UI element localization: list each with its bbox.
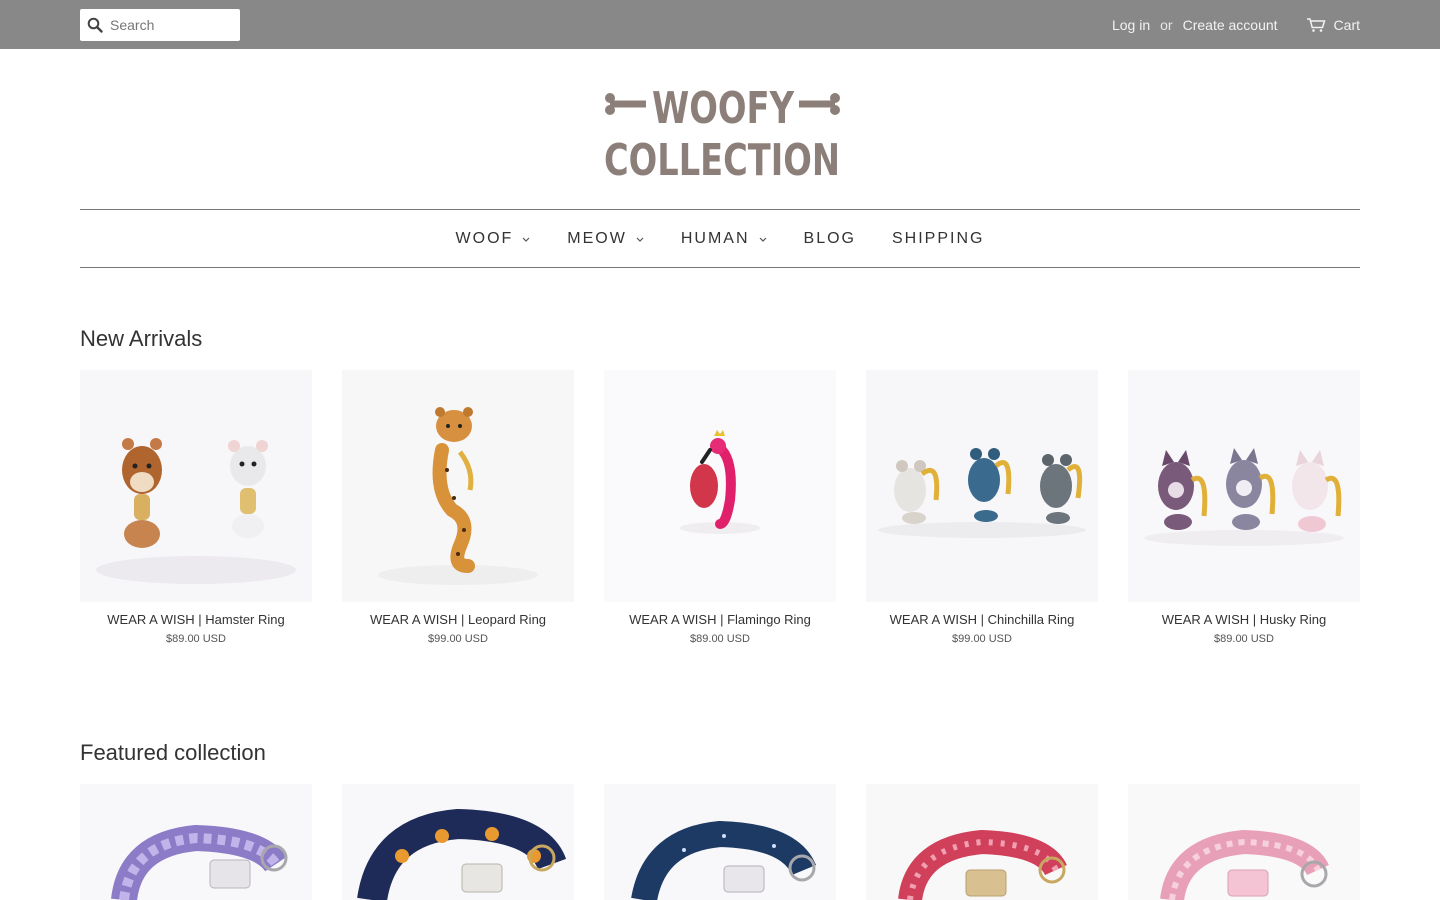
product-image[interactable] [80, 784, 312, 900]
product-image[interactable] [866, 784, 1098, 900]
product-image[interactable] [342, 784, 574, 900]
product-card[interactable] [342, 784, 574, 900]
bone-icon-left [605, 93, 646, 115]
nav-label: WOOF [455, 229, 514, 247]
top-bar: Log in or Create account Cart [0, 0, 1440, 49]
product-image[interactable] [866, 370, 1098, 602]
product-name[interactable]: WEAR A WISH | Husky Ring [1128, 612, 1360, 627]
main-nav: WOOF MEOW HUMAN BLOG SHIPPING [80, 209, 1360, 268]
nav-item-shipping[interactable]: SHIPPING [892, 230, 984, 248]
product-image[interactable] [80, 370, 312, 602]
product-image[interactable] [604, 784, 836, 900]
product-image[interactable] [342, 370, 574, 602]
cart-label: Cart [1333, 16, 1360, 33]
cart-icon [1306, 17, 1326, 32]
product-card[interactable]: WEAR A WISH | Hamster Ring $89.00 USD [80, 370, 312, 645]
product-card[interactable]: WEAR A WISH | Leopard Ring $99.00 USD [342, 370, 574, 645]
new-arrivals-grid: WEAR A WISH | Hamster Ring $89.00 USD WE… [80, 370, 1360, 645]
featured-collection-heading: Featured collection [80, 740, 266, 765]
product-image[interactable] [1128, 784, 1360, 900]
chevron-down-icon [759, 237, 766, 242]
nav-item-blog[interactable]: BLOG [804, 230, 856, 248]
nav-label: HUMAN [680, 229, 750, 247]
or-separator: or [1160, 16, 1173, 33]
nav-label: MEOW [567, 229, 627, 247]
featured-collection-grid [80, 784, 1360, 900]
account-links: Log in or Create account Cart [1112, 0, 1360, 49]
product-price: $89.00 USD [1214, 633, 1274, 645]
create-account-link[interactable]: Create account [1183, 17, 1278, 33]
site-logo[interactable]: WOOFY COLLECTION [560, 80, 880, 186]
product-image[interactable] [1128, 370, 1360, 602]
bone-icon-right [799, 93, 840, 115]
product-card[interactable] [1128, 784, 1360, 900]
logo-line-1: WOOFY [652, 83, 795, 134]
product-name[interactable]: WEAR A WISH | Chinchilla Ring [866, 612, 1098, 627]
search-icon[interactable] [80, 9, 110, 41]
product-card[interactable] [866, 784, 1098, 900]
product-name[interactable]: WEAR A WISH | Hamster Ring [80, 612, 312, 627]
cart-link[interactable]: Cart [1306, 17, 1360, 33]
product-price: $99.00 USD [428, 633, 488, 645]
search-input[interactable] [110, 17, 230, 33]
nav-item-woof[interactable]: WOOF [456, 230, 532, 248]
product-card[interactable]: WEAR A WISH | Chinchilla Ring $99.00 USD [866, 370, 1098, 645]
chevron-down-icon [522, 237, 530, 242]
product-name[interactable]: WEAR A WISH | Leopard Ring [342, 612, 574, 627]
logo-line-2: COLLECTION [604, 135, 840, 184]
nav-label: SHIPPING [891, 229, 985, 247]
product-price: $89.00 USD [166, 633, 226, 645]
product-card[interactable] [80, 784, 312, 900]
product-image[interactable] [604, 370, 836, 602]
nav-label: BLOG [803, 229, 856, 247]
product-card[interactable] [604, 784, 836, 900]
product-name[interactable]: WEAR A WISH | Flamingo Ring [604, 612, 836, 627]
product-price: $99.00 USD [952, 633, 1012, 645]
chevron-down-icon [636, 237, 644, 242]
nav-item-human[interactable]: HUMAN [681, 230, 768, 248]
nav-item-meow[interactable]: MEOW [567, 230, 645, 248]
new-arrivals-heading: New Arrivals [80, 326, 203, 351]
search-box[interactable] [80, 9, 240, 41]
product-card[interactable]: WEAR A WISH | Flamingo Ring $89.00 USD [604, 370, 836, 645]
product-card[interactable]: WEAR A WISH | Husky Ring $89.00 USD [1128, 370, 1360, 645]
product-price: $89.00 USD [690, 633, 750, 645]
login-link[interactable]: Log in [1112, 17, 1150, 33]
